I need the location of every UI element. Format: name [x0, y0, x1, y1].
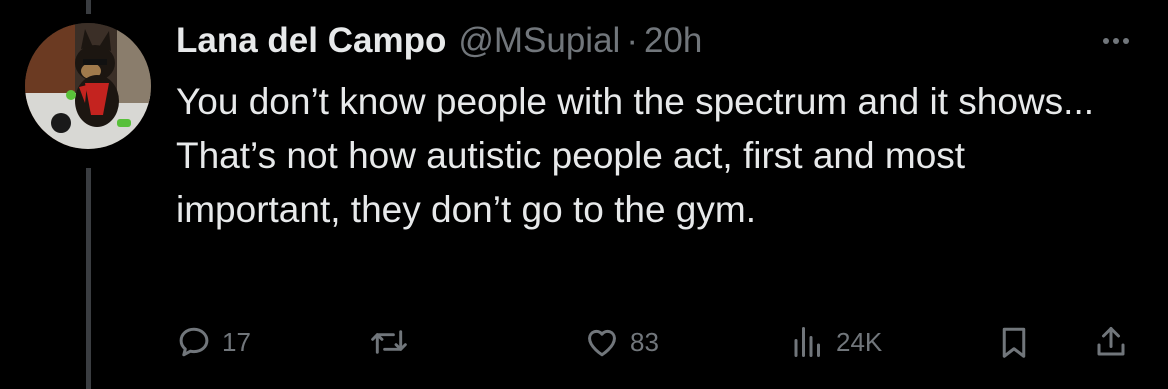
- tweet-header: Lana del Campo @MSupial · 20h: [176, 17, 1138, 65]
- views-button[interactable]: 24K: [790, 318, 882, 366]
- bookmark-button[interactable]: [996, 318, 1032, 366]
- like-count: 83: [630, 326, 659, 357]
- views-count: 24K: [836, 326, 883, 357]
- share-button[interactable]: [1093, 318, 1129, 366]
- header-separator: ·: [626, 21, 638, 60]
- retweet-icon: [371, 330, 407, 354]
- thread-line-bottom: [86, 168, 91, 389]
- dog-avatar-icon: [25, 23, 151, 149]
- tweet-text-line: You don’t know people with the spectrum …: [176, 81, 1095, 122]
- reply-button[interactable]: 17: [176, 318, 251, 366]
- reply-count: 17: [222, 326, 251, 357]
- heart-icon: [588, 329, 616, 357]
- bookmark-icon: [1002, 327, 1026, 358]
- reply-icon: [179, 327, 209, 357]
- like-button[interactable]: 83: [584, 318, 659, 366]
- tweet-timestamp[interactable]: 20h: [644, 21, 702, 61]
- retweet-button[interactable]: [370, 318, 418, 366]
- avatar[interactable]: [25, 23, 151, 149]
- views-icon: [794, 327, 820, 357]
- author-display-name[interactable]: Lana del Campo: [176, 21, 446, 61]
- tweet-text-line: That’s not how autistic people act, firs…: [176, 135, 976, 230]
- share-icon: [1097, 327, 1125, 356]
- tweet-actions: 17 83 24K: [176, 318, 1138, 366]
- author-handle[interactable]: @MSupial: [458, 21, 620, 61]
- tweet-text: You don’t know people with the spectrum …: [176, 75, 1136, 237]
- thread-line-top: [86, 0, 91, 14]
- more-options-icon[interactable]: [1094, 23, 1138, 59]
